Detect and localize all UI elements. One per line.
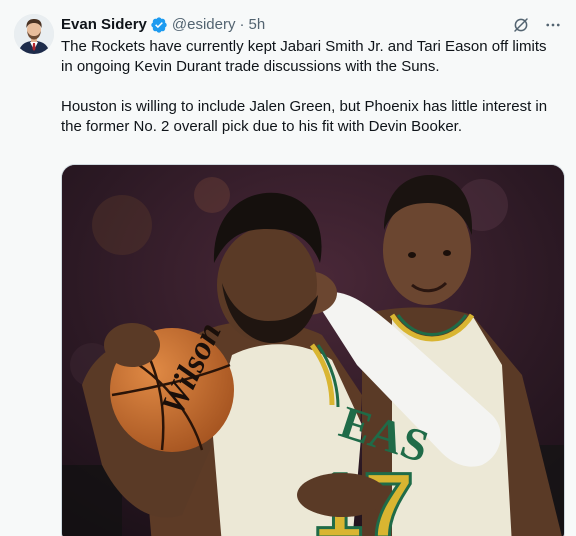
grok-icon[interactable]	[512, 16, 530, 34]
tweet-timestamp[interactable]: 5h	[248, 15, 265, 35]
author-display-name[interactable]: Evan Sidery	[61, 15, 147, 35]
tweet-paragraph: The Rockets have currently kept Jabari S…	[61, 38, 547, 75]
tweet-content: Evan Sidery @esidery · 5h The Rockets ha…	[61, 14, 562, 137]
tweet-header: Evan Sidery @esidery · 5h	[61, 14, 562, 36]
more-icon[interactable]	[544, 16, 562, 34]
tweet-photo[interactable]: EAS 17 Wilson	[61, 164, 565, 536]
tweet-paragraph: Houston is willing to include Jalen Gree…	[61, 98, 548, 135]
header-actions	[512, 16, 562, 34]
separator-dot: ·	[239, 16, 245, 33]
verified-badge-icon	[150, 16, 168, 34]
basketball-players-photo: EAS 17 Wilson	[62, 165, 564, 536]
author-avatar[interactable]	[14, 14, 54, 54]
author-handle[interactable]: @esidery	[172, 15, 236, 35]
tweet-card[interactable]: Evan Sidery @esidery · 5h The Rockets ha…	[0, 0, 576, 536]
profile-avatar-icon	[14, 14, 54, 54]
tweet-text: The Rockets have currently kept Jabari S…	[61, 37, 562, 137]
